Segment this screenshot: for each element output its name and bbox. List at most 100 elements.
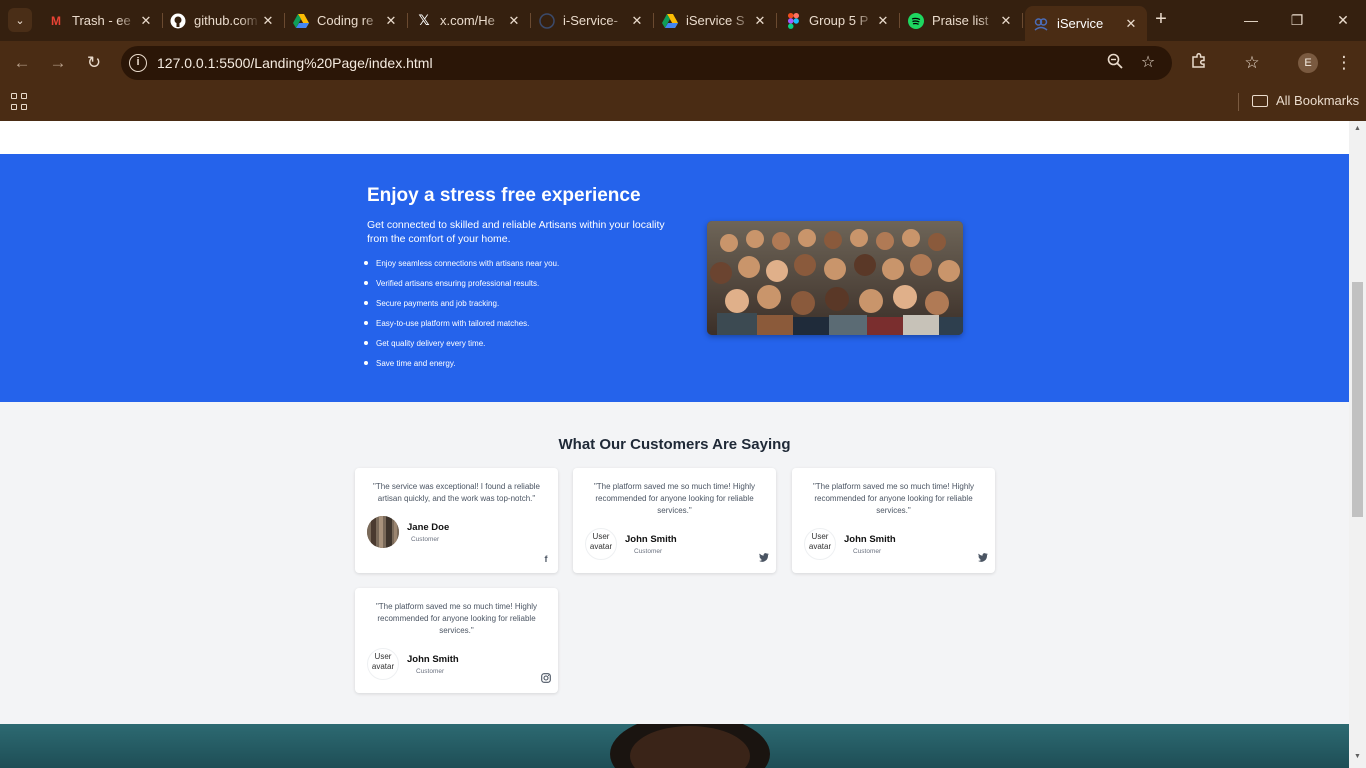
tab-title: Group 5 P xyxy=(809,13,869,28)
zoom-icon[interactable] xyxy=(1105,53,1125,73)
testimonial-card: "The platform saved me so much time! Hig… xyxy=(792,468,995,573)
tab-gmail[interactable]: M Trash - ee ✕ xyxy=(40,6,163,35)
close-icon[interactable]: ✕ xyxy=(383,13,399,29)
profile-avatar[interactable]: E xyxy=(1298,53,1318,73)
x-icon: 𝕏 xyxy=(418,12,430,28)
address-url[interactable]: 127.0.0.1:5500/Landing%20Page/index.html xyxy=(157,55,433,71)
close-icon[interactable]: ✕ xyxy=(1123,16,1139,32)
testimonial-card: "The platform saved me so much time! Hig… xyxy=(355,588,558,693)
feature-item: Verified artisans ensuring professional … xyxy=(363,278,559,298)
extensions-puzzle-icon[interactable] xyxy=(1188,52,1210,74)
testimonial-role: Customer xyxy=(411,536,440,543)
tab-x[interactable]: 𝕏 x.com/He ✕ xyxy=(408,6,531,35)
instagram-icon[interactable] xyxy=(540,673,552,685)
testimonial-author: Jane Doe xyxy=(407,522,450,533)
feature-item: Secure payments and job tracking. xyxy=(363,298,559,318)
spotify-icon xyxy=(908,12,924,29)
close-icon[interactable]: ✕ xyxy=(998,13,1014,29)
menu-kebab-icon[interactable]: ⋮ xyxy=(1333,52,1355,74)
bookmark-star-icon[interactable]: ☆ xyxy=(1138,53,1158,73)
scroll-down-arrow-icon[interactable]: ▼ xyxy=(1353,753,1362,763)
gmail-icon: M xyxy=(51,13,61,28)
avatar: User avatar xyxy=(804,528,836,560)
scroll-up-arrow-icon[interactable]: ▲ xyxy=(1353,125,1362,135)
tab-title: github.com xyxy=(194,13,258,28)
close-icon[interactable]: ✕ xyxy=(506,13,522,29)
tab-spotify[interactable]: Praise list ✕ xyxy=(900,6,1023,35)
testimonial-author: John Smith xyxy=(407,654,459,665)
github-icon xyxy=(539,12,555,29)
close-icon[interactable]: ✕ xyxy=(875,13,891,29)
google-drive-icon xyxy=(662,13,678,29)
feature-list: Enjoy seamless connections with artisans… xyxy=(363,258,559,378)
tab-github-iservice[interactable]: i-Service- ✕ xyxy=(531,6,654,35)
window-close-icon[interactable]: ✕ xyxy=(1320,0,1366,40)
github-icon xyxy=(170,13,186,29)
testimonial-author: John Smith xyxy=(625,534,677,545)
twitter-icon[interactable] xyxy=(977,553,989,565)
hero-title: Enjoy a stress free experience xyxy=(367,185,641,206)
page-scrollbar[interactable]: ▲ ▼ xyxy=(1349,121,1366,768)
bookmarks-divider xyxy=(1238,93,1239,111)
address-bar[interactable]: i 127.0.0.1:5500/Landing%20Page/index.ht… xyxy=(121,46,1172,80)
testimonial-role: Customer xyxy=(634,548,663,555)
back-arrow-icon[interactable]: ← xyxy=(8,49,36,77)
tab-title: Praise list xyxy=(932,13,989,28)
feature-item: Get quality delivery every time. xyxy=(363,338,559,358)
tab-title: iService xyxy=(1057,16,1104,31)
testimonial-card: "The platform saved me so much time! Hig… xyxy=(573,468,776,573)
forward-arrow-icon[interactable]: → xyxy=(44,49,72,77)
avatar: User avatar xyxy=(367,648,399,680)
tab-drive-coding[interactable]: Coding re ✕ xyxy=(285,6,408,35)
browser-toolbar: ← → ↻ i 127.0.0.1:5500/Landing%20Page/in… xyxy=(0,41,1366,85)
next-section-preview xyxy=(0,724,1349,768)
tab-github[interactable]: github.com ✕ xyxy=(162,6,285,35)
feature-item: Enjoy seamless connections with artisans… xyxy=(363,258,559,278)
hero-section: Enjoy a stress free experience Get conne… xyxy=(0,154,1349,402)
close-icon[interactable]: ✕ xyxy=(138,13,154,29)
tab-title: x.com/He xyxy=(440,13,495,28)
testimonial-quote: "The platform saved me so much time! Hig… xyxy=(375,602,538,635)
site-info-icon[interactable]: i xyxy=(129,54,147,72)
scrollbar-thumb[interactable] xyxy=(1352,282,1363,517)
feature-item: Easy-to-use platform with tailored match… xyxy=(363,318,559,338)
testimonials-heading: What Our Customers Are Saying xyxy=(558,436,791,453)
testimonial-role: Customer xyxy=(416,668,445,675)
twitter-icon[interactable] xyxy=(758,553,770,565)
browser-tab-bar: ⌄ M Trash - ee ✕ github.com ✕ Coding re … xyxy=(0,0,1366,41)
close-icon[interactable]: ✕ xyxy=(629,13,645,29)
testimonial-quote: "The platform saved me so much time! Hig… xyxy=(593,482,756,515)
close-icon[interactable]: ✕ xyxy=(752,13,768,29)
testimonial-quote: "The platform saved me so much time! Hig… xyxy=(812,482,975,515)
feature-item: Save time and energy. xyxy=(363,358,559,378)
apps-grid-icon[interactable] xyxy=(11,93,29,111)
tab-figma[interactable]: Group 5 P ✕ xyxy=(777,6,900,35)
page-viewport: Enjoy a stress free experience Get conne… xyxy=(0,121,1349,768)
tab-drive-iservice[interactable]: iService S ✕ xyxy=(654,6,777,35)
bookmarks-bar: All Bookmarks xyxy=(0,85,1366,121)
page-icon xyxy=(1033,16,1049,32)
hero-subtitle: Get connected to skilled and reliable Ar… xyxy=(367,219,665,245)
new-tab-plus-icon[interactable]: + xyxy=(1150,8,1172,32)
close-icon[interactable]: ✕ xyxy=(260,13,276,29)
testimonial-quote: "The service was exceptional! I found a … xyxy=(373,482,540,503)
avatar: User avatar xyxy=(585,528,617,560)
tab-title: Trash - ee xyxy=(72,13,131,28)
restore-icon[interactable]: ❐ xyxy=(1274,0,1320,40)
testimonial-card: "The service was exceptional! I found a … xyxy=(355,468,558,573)
bookmarks-manager-star-icon[interactable]: ☆ xyxy=(1241,52,1263,74)
group-of-people-photo xyxy=(707,221,963,335)
figma-icon xyxy=(785,12,801,29)
all-bookmarks-label: All Bookmarks xyxy=(1276,93,1360,108)
tab-iservice-active[interactable]: iService ✕ xyxy=(1025,6,1147,41)
folder-icon xyxy=(1252,94,1268,107)
facebook-icon[interactable]: f xyxy=(540,553,552,565)
tab-title: i-Service- xyxy=(563,13,618,28)
tab-search-chevron-icon[interactable]: ⌄ xyxy=(8,8,32,32)
all-bookmarks-button[interactable]: All Bookmarks xyxy=(1252,93,1359,108)
tab-title: iService S xyxy=(686,13,745,28)
reload-icon[interactable]: ↻ xyxy=(80,49,108,77)
minimize-icon[interactable]: — xyxy=(1228,0,1274,40)
testimonial-author: John Smith xyxy=(844,534,896,545)
tab-title: Coding re xyxy=(317,13,374,28)
